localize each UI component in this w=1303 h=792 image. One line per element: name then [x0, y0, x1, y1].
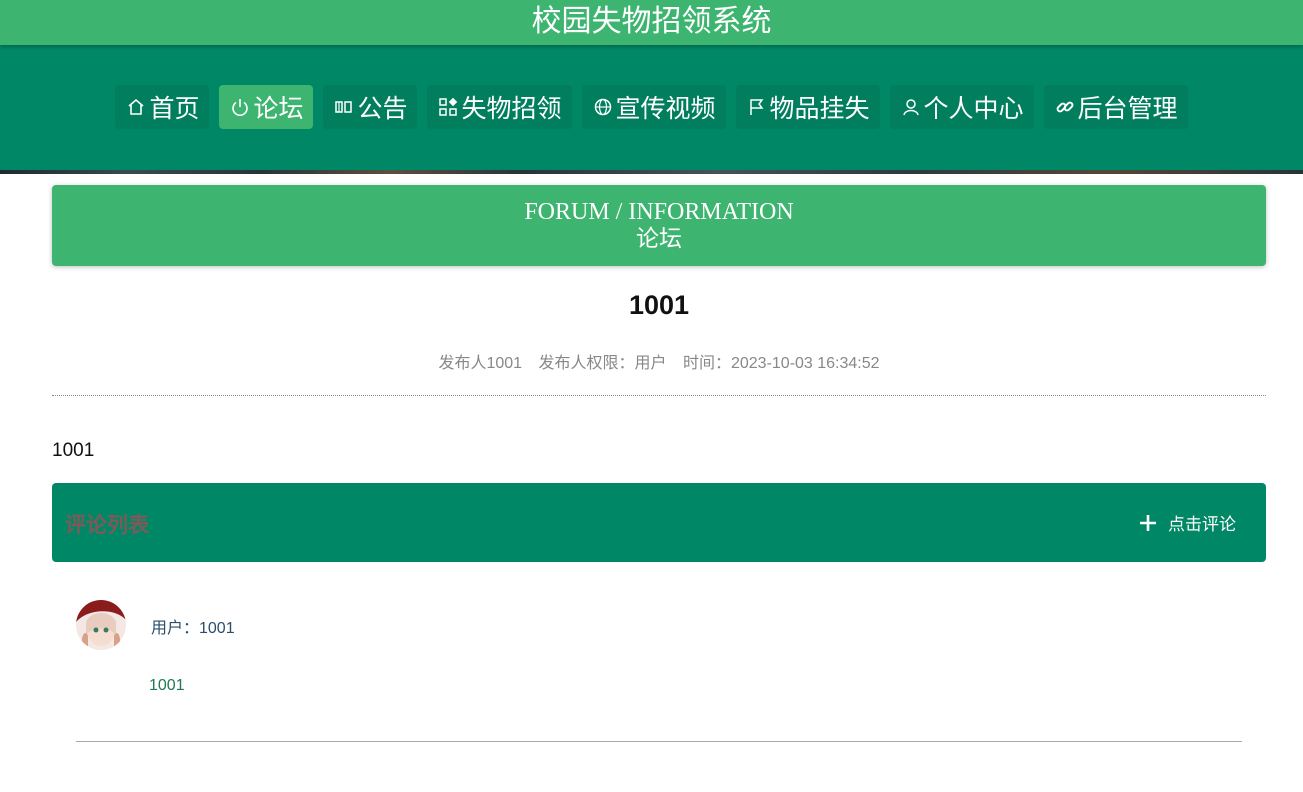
grid-icon	[437, 96, 459, 118]
globe-icon	[592, 96, 614, 118]
nav-item-label: 首页	[149, 94, 200, 123]
user-icon	[900, 96, 922, 118]
nav-item-label: 公告	[357, 94, 408, 123]
post-title: 1001	[628, 290, 690, 320]
nav-item-label: 宣传视频	[615, 94, 716, 123]
avatar	[76, 600, 126, 650]
banner-image-strip	[0, 170, 1303, 174]
nav-item-home[interactable]: 首页	[115, 85, 210, 129]
flag-icon	[746, 96, 768, 118]
nav-item-announcement[interactable]: 公告	[323, 85, 418, 129]
site-title: 校园失物招领系统	[531, 4, 772, 39]
nav-item-label: 物品挂失	[769, 94, 870, 123]
comment-divider	[76, 741, 1242, 742]
nav-item-admin[interactable]: 后台管理	[1043, 85, 1188, 129]
section-title-cn: 论坛	[636, 226, 682, 251]
plus-icon	[1139, 514, 1157, 532]
nav-item-videos[interactable]: 宣传视频	[581, 85, 726, 129]
post-meta: 发布人1001 发布人权限：用户 时间：2023-10-03 16:34:52	[52, 349, 1266, 373]
nav-bar: 首页 论坛 公告 失物招领 宣传视频 物品挂失 个人中心 后台管理	[0, 45, 1303, 170]
nav-item-forum[interactable]: 论坛	[219, 85, 314, 129]
nav-item-profile[interactable]: 个人中心	[889, 85, 1034, 129]
link-icon	[1054, 96, 1076, 118]
comment-user: 用户：1001	[151, 620, 235, 637]
post-content: 1001	[52, 440, 95, 461]
nav-item-label: 个人中心	[923, 94, 1024, 123]
section-title-en: FORUM / INFORMATION	[524, 199, 794, 225]
post-time: 时间：2023-10-03 16:34:52	[682, 355, 880, 372]
add-comment-label: 点击评论	[1168, 515, 1236, 535]
divider	[52, 395, 1266, 396]
top-bar: 校园失物招领系统	[0, 0, 1303, 45]
post-author: 发布人1001	[438, 355, 523, 372]
nav-item-label: 失物招领	[461, 94, 562, 123]
nav-item-lost-found[interactable]: 失物招领	[427, 85, 572, 129]
comment-body: 1001	[149, 677, 185, 694]
announcement-icon	[333, 96, 355, 118]
nav-list: 首页 论坛 公告 失物招领 宣传视频 物品挂失 个人中心 后台管理	[0, 85, 1303, 129]
power-icon	[229, 96, 251, 118]
nav-item-label: 后台管理	[1077, 94, 1178, 123]
comments-header: 评论列表 点击评论	[52, 483, 1266, 562]
nav-item-label: 论坛	[253, 94, 304, 123]
section-header: FORUM / INFORMATION 论坛	[52, 185, 1266, 266]
post-role: 发布人权限：用户	[538, 355, 667, 372]
nav-item-report-loss[interactable]: 物品挂失	[735, 85, 880, 129]
home-icon	[125, 96, 147, 118]
add-comment-button[interactable]: 点击评论	[1139, 510, 1236, 535]
comments-title: 评论列表	[65, 513, 149, 537]
